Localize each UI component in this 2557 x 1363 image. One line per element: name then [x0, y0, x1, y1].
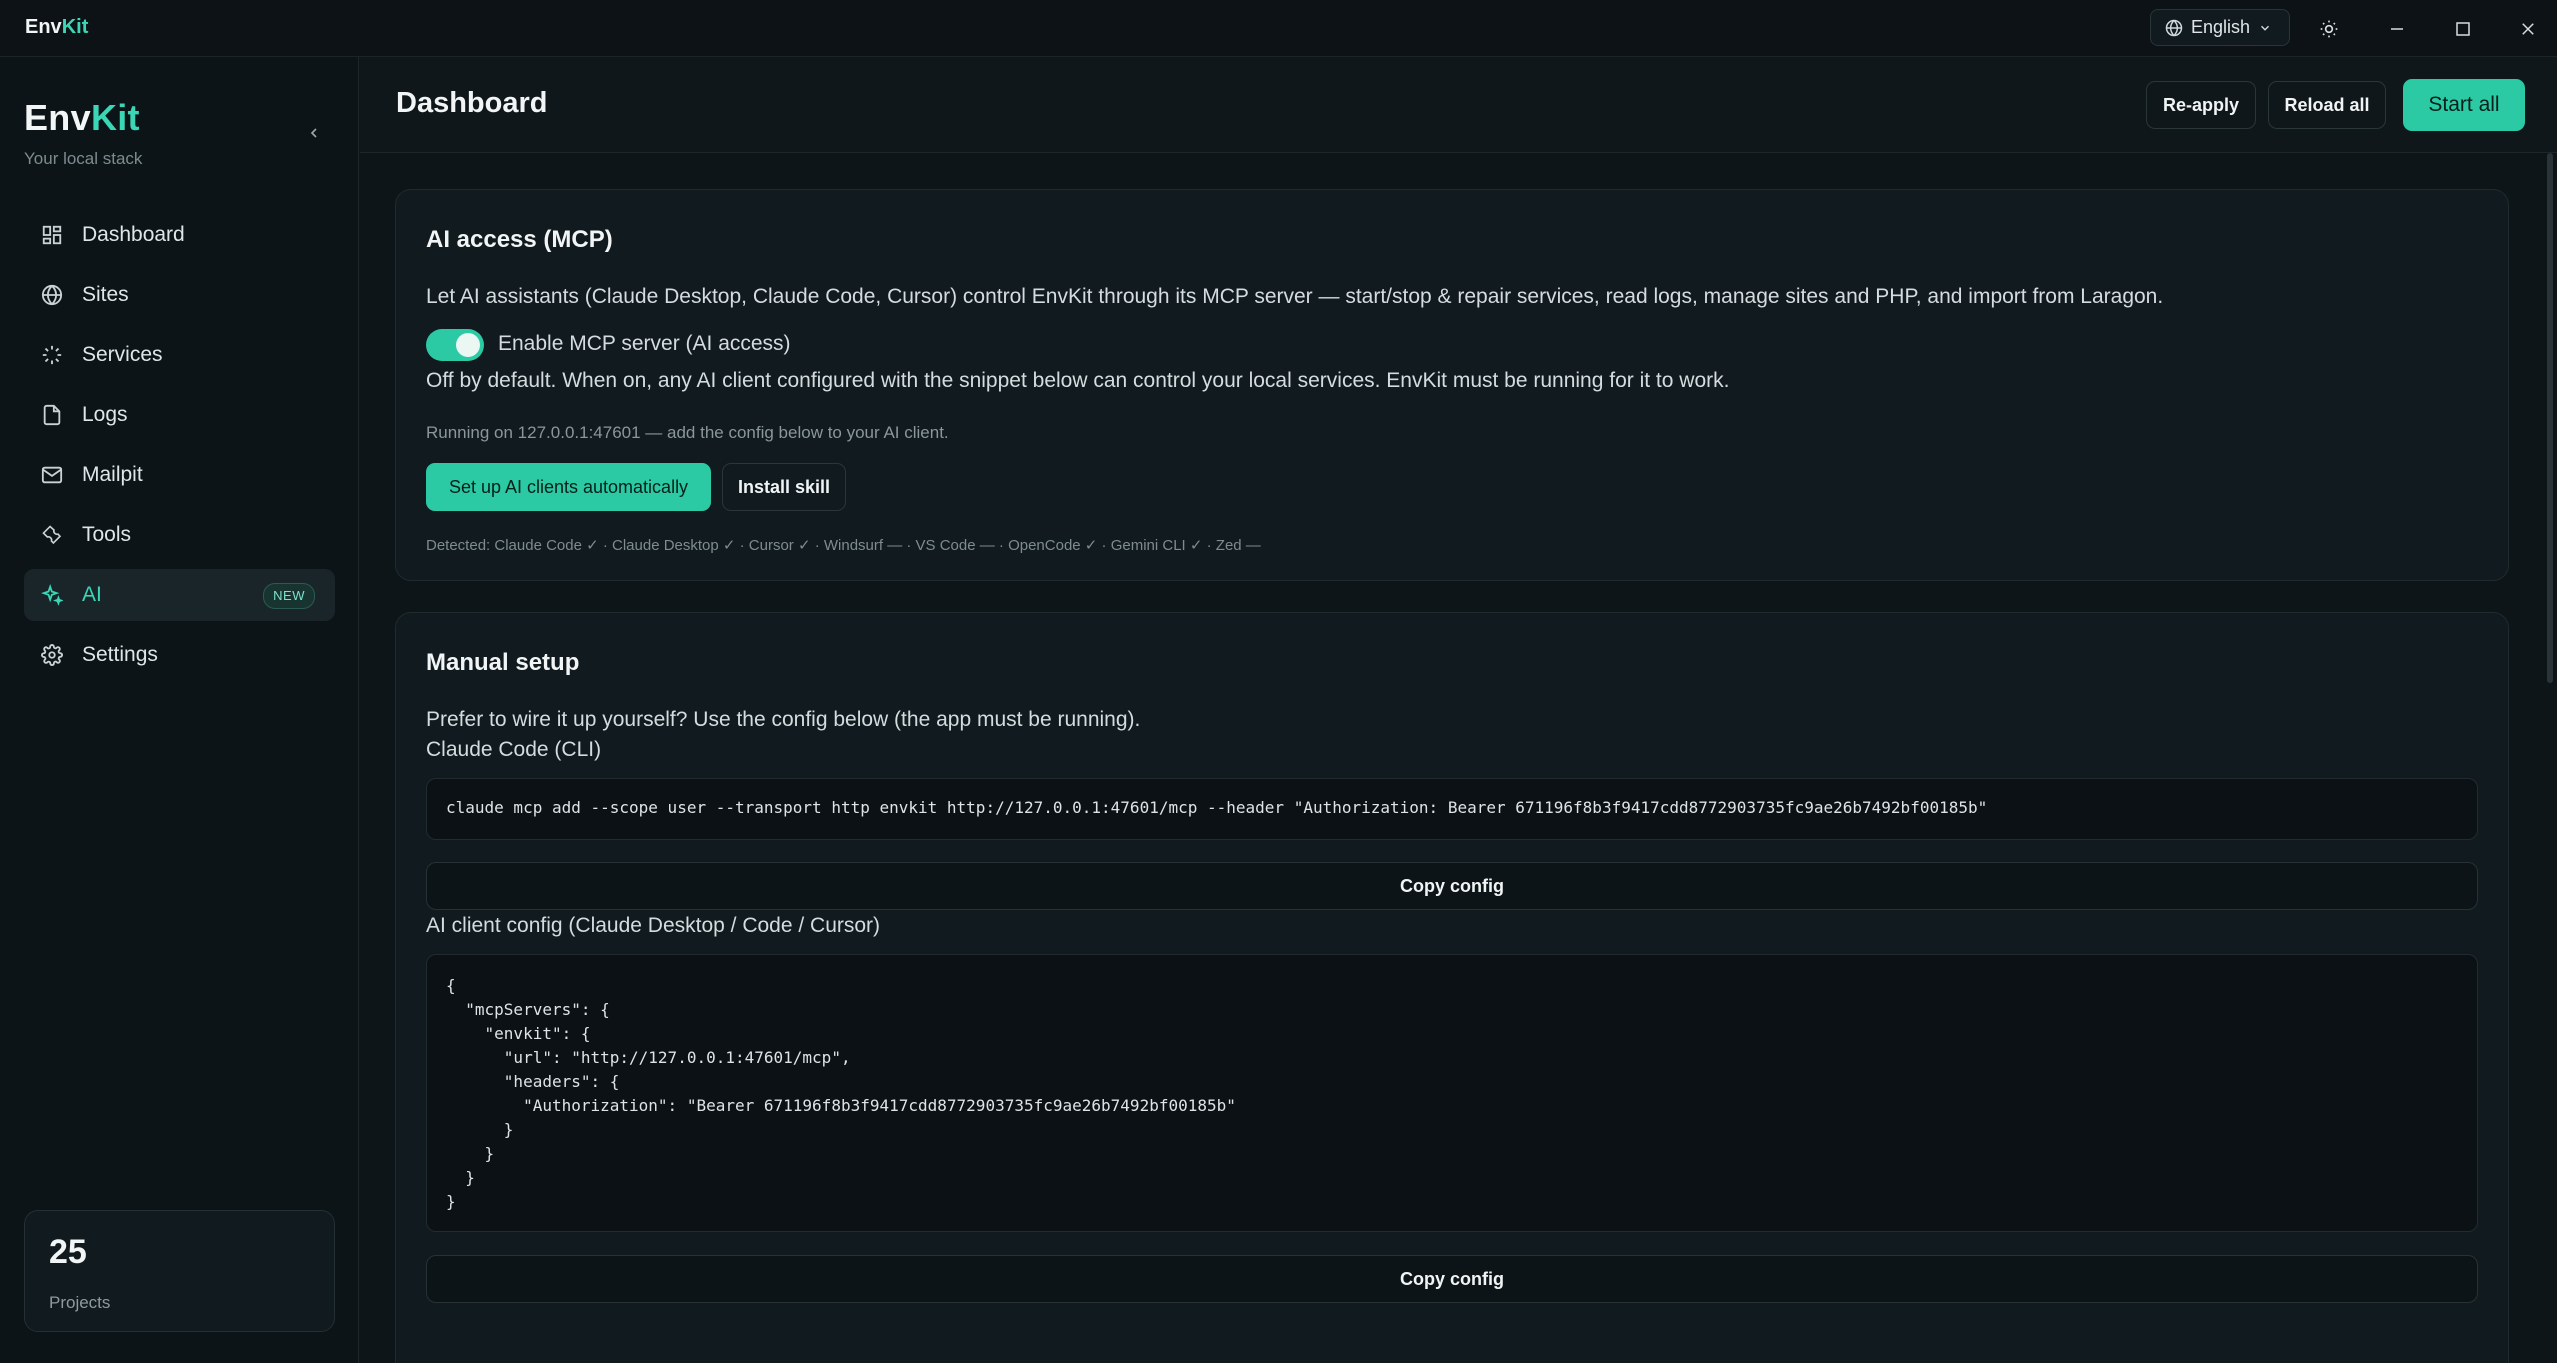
page-title: Dashboard [396, 87, 548, 119]
setup-ai-clients-button[interactable]: Set up AI clients automatically [426, 463, 711, 511]
sidebar-item-settings[interactable]: Settings [24, 629, 335, 681]
chevron-left-icon [310, 128, 317, 138]
detected-clients: Detected: Claude Code ✓ · Claude Desktop… [426, 537, 1261, 554]
sidebar-item-label: AI [82, 583, 102, 606]
close-icon [2522, 23, 2534, 35]
reapply-button[interactable]: Re-apply [2146, 81, 2256, 129]
mcp-card-title: AI access (MCP) [426, 226, 613, 253]
json-config-box[interactable]: { "mcpServers": { "envkit": { "url": "ht… [426, 954, 2478, 1232]
page-header: Dashboard Re-apply Reload all Start all [360, 57, 2557, 153]
json-config: { "mcpServers": { "envkit": { "url": "ht… [446, 976, 1236, 1211]
toggle-knob [456, 333, 480, 357]
reload-all-button[interactable]: Reload all [2268, 81, 2386, 129]
copy-json-config-button[interactable]: Copy config [426, 1255, 2478, 1303]
new-badge: NEW [263, 583, 315, 609]
sidebar-item-label: Tools [82, 523, 132, 546]
mcp-enable-toggle[interactable] [426, 329, 484, 361]
app-logo: EnvKit [25, 16, 89, 38]
cli-label: Claude Code (CLI) [426, 738, 602, 761]
sidebar-item-label: Services [82, 343, 163, 366]
dashboard-icon [42, 225, 62, 245]
sidebar-item-logs[interactable]: Logs [24, 389, 335, 441]
mcp-description: Let AI assistants (Claude Desktop, Claud… [426, 285, 2164, 308]
language-selector[interactable]: English [2150, 9, 2290, 46]
json-config-label: AI client config (Claude Desktop / Code … [426, 914, 881, 937]
brand-logo: EnvKit [24, 97, 140, 138]
projects-count: 25 [49, 1233, 87, 1271]
brand-tagline: Your local stack [24, 149, 143, 168]
globe-icon [41, 284, 63, 306]
sidebar: EnvKit Your local stack Dashboard Sites … [0, 57, 359, 1363]
globe-icon [2165, 19, 2183, 36]
maximize-button[interactable] [2446, 12, 2480, 46]
sidebar-item-sites[interactable]: Sites [24, 269, 335, 321]
mcp-status: Running on 127.0.0.1:47601 — add the con… [426, 423, 949, 442]
gear-icon [41, 644, 63, 666]
sidebar-item-label: Sites [82, 283, 129, 306]
maximize-icon [2456, 22, 2470, 36]
install-skill-button[interactable]: Install skill [722, 463, 846, 511]
main-scrollbar[interactable] [2547, 153, 2553, 683]
close-button[interactable] [2511, 12, 2545, 46]
theme-toggle-button[interactable] [2312, 12, 2346, 46]
manual-setup-title: Manual setup [426, 649, 580, 676]
wrench-icon [42, 525, 62, 545]
sidebar-item-ai[interactable]: AI NEW [24, 569, 335, 621]
mcp-note: Off by default. When on, any AI client c… [426, 369, 1730, 392]
projects-count-card: 25 Projects [24, 1210, 335, 1332]
language-label: English [2191, 17, 2251, 37]
file-icon [43, 404, 61, 426]
mail-icon [41, 466, 63, 484]
projects-label: Projects [49, 1293, 111, 1312]
sidebar-item-label: Logs [82, 403, 128, 426]
sidebar-item-mailpit[interactable]: Mailpit [24, 449, 335, 501]
start-all-button[interactable]: Start all [2403, 79, 2525, 131]
manual-setup-card: Manual setup Prefer to wire it up yourse… [395, 612, 2509, 1363]
cli-command: claude mcp add --scope user --transport … [446, 798, 1988, 817]
sun-icon [2320, 20, 2338, 38]
sidebar-item-label: Dashboard [82, 223, 185, 246]
mcp-card: AI access (MCP) Let AI assistants (Claud… [395, 189, 2509, 581]
sidebar-item-services[interactable]: Services [24, 329, 335, 381]
collapse-sidebar-button[interactable] [300, 119, 328, 147]
chevron-down-icon [2261, 25, 2270, 31]
main-content: AI access (MCP) Let AI assistants (Claud… [360, 153, 2557, 1363]
cli-command-box[interactable]: claude mcp add --scope user --transport … [426, 778, 2478, 840]
mcp-toggle-label: Enable MCP server (AI access) [498, 332, 791, 355]
sidebar-item-label: Mailpit [82, 463, 143, 486]
manual-intro: Prefer to wire it up yourself? Use the c… [426, 708, 1141, 731]
minimize-button[interactable] [2380, 12, 2414, 46]
sidebar-item-tools[interactable]: Tools [24, 509, 335, 561]
title-bar: EnvKit English [0, 0, 2557, 57]
sidebar-item-label: Settings [82, 643, 158, 666]
minimize-icon [2391, 28, 2403, 30]
copy-cli-config-button[interactable]: Copy config [426, 862, 2478, 910]
loader-icon [42, 345, 62, 365]
sidebar-item-dashboard[interactable]: Dashboard [24, 209, 335, 261]
sidebar-nav: Dashboard Sites Services Logs Mailpit To… [24, 209, 335, 689]
sparkles-icon [41, 584, 63, 606]
